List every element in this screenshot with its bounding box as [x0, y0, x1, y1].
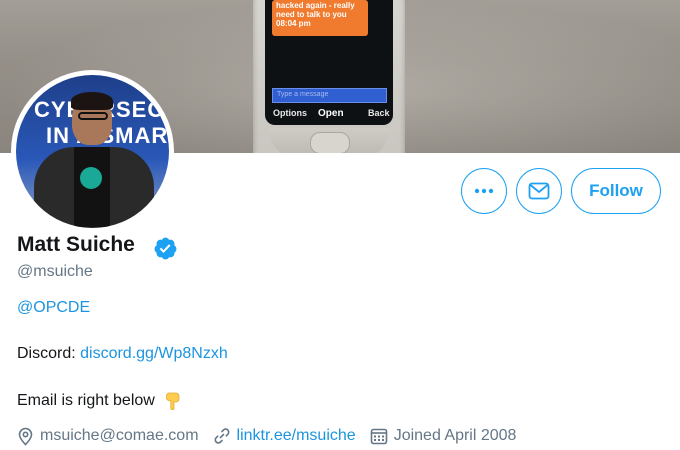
- phone-softkey-middle: Open: [318, 108, 344, 119]
- pointing-down-hand-icon: [166, 392, 180, 410]
- bio-mention-link[interactable]: @OPCDE: [17, 299, 90, 317]
- more-options-button[interactable]: [461, 168, 507, 214]
- bio-discord-line: Discord: discord.gg/Wp8Nzxh: [17, 345, 228, 363]
- avatar-shirt-logo: [80, 167, 102, 189]
- phone-message-bubble: hacked again - really need to talk to yo…: [272, 0, 368, 36]
- message-button[interactable]: [516, 168, 562, 214]
- phone-dpad: [310, 132, 350, 153]
- profile-location: msuiche@comae.com: [17, 427, 199, 446]
- avatar-person-glasses: [78, 112, 108, 120]
- verified-badge-icon: [154, 237, 177, 260]
- profile-website[interactable]: linktr.ee/msuiche: [213, 427, 356, 445]
- envelope-icon: [528, 182, 550, 200]
- bio-email-note: Email is right below: [17, 392, 155, 410]
- phone-message-line-2: need to talk to you: [276, 10, 347, 19]
- bio-discord-link[interactable]: discord.gg/Wp8Nzxh: [80, 345, 228, 362]
- link-icon: [214, 428, 229, 444]
- profile-joined-text: Joined April 2008: [393, 427, 517, 444]
- phone-softkey-right: Back: [368, 108, 390, 118]
- bio-email-note-line: Email is right below: [17, 391, 181, 411]
- calendar-icon: [370, 428, 387, 445]
- avatar-person-hair: [71, 92, 113, 110]
- profile-meta-row: msuiche@comae.com linktr.ee/msuiche Join…: [17, 425, 530, 447]
- profile-joined: Joined April 2008: [370, 427, 517, 445]
- phone-message-line-1: hacked again - really: [276, 1, 355, 10]
- phone-message-input: Type a message: [272, 88, 387, 103]
- more-dots-icon: [474, 188, 494, 194]
- profile-website-link[interactable]: linktr.ee/msuiche: [237, 427, 356, 445]
- avatar-photo: CYBERSEC IN A SMART: [16, 75, 169, 228]
- avatar[interactable]: CYBERSEC IN A SMART: [11, 70, 174, 233]
- follow-button[interactable]: Follow: [571, 168, 661, 214]
- profile-location-text: msuiche@comae.com: [40, 427, 199, 444]
- location-pin-icon: [18, 427, 33, 446]
- profile-handle: @msuiche: [17, 263, 93, 280]
- phone-keypad: [268, 128, 390, 153]
- profile-name: Matt Suiche: [17, 233, 135, 256]
- bio-discord-label: Discord:: [17, 345, 81, 362]
- phone-softkey-left: Options: [273, 108, 307, 118]
- phone-message-time: 08:04 pm: [276, 19, 311, 28]
